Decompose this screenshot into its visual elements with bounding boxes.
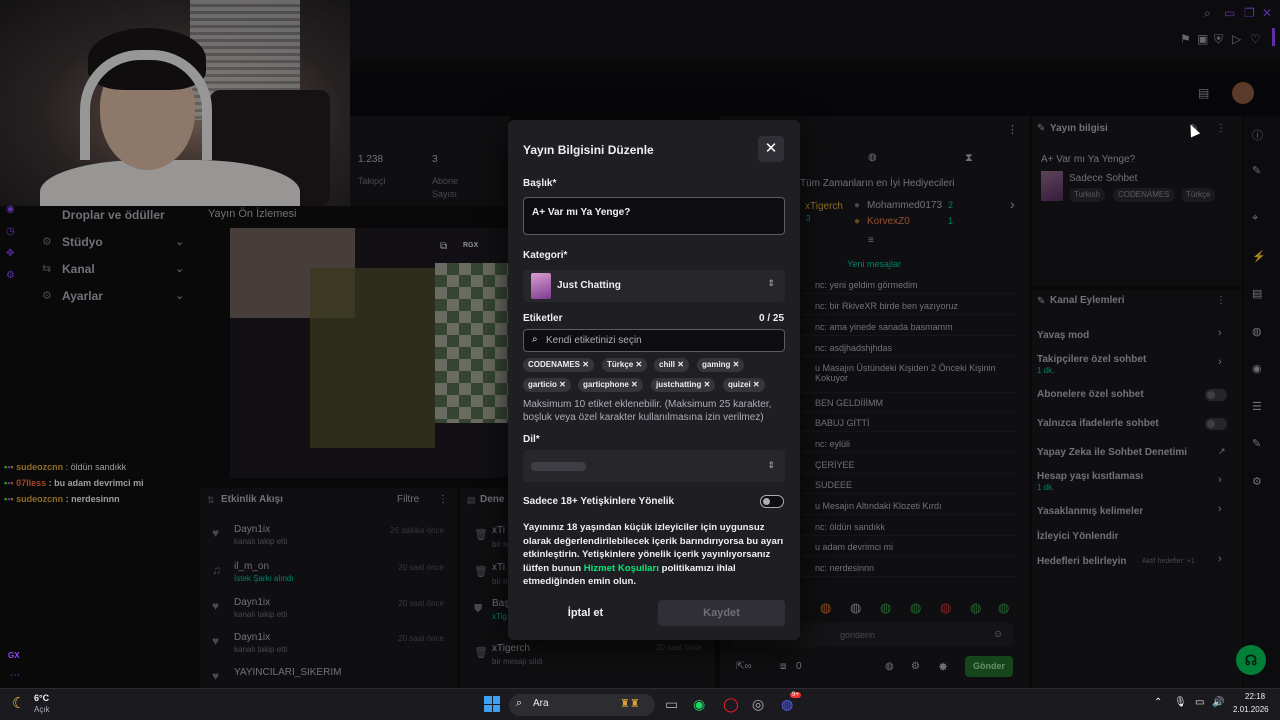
chevron-up-down-icon: ⇕ — [767, 460, 775, 470]
language-value-placeholder — [531, 462, 586, 471]
discord-badge: 9+ — [790, 692, 801, 698]
tag-chip-label: justchatting — [656, 380, 702, 389]
clock-date[interactable]: 2.01.2026 — [1233, 705, 1269, 714]
monitor-icon[interactable]: ▭ — [1195, 697, 1204, 708]
edit-stream-info-modal: Yayın Bilgisini Düzenle ✕ Başlık* A+ Var… — [508, 120, 800, 640]
save-button[interactable]: Kaydet — [658, 600, 785, 626]
mature-description: Yayınınız 18 yaşından küçük izleyiciler … — [523, 521, 789, 589]
tag-chip[interactable]: quizei ✕ — [723, 378, 765, 392]
modal-title: Yayın Bilgisini Düzenle — [523, 143, 654, 157]
category-value: Just Chatting — [557, 280, 621, 291]
microphone-icon[interactable]: 🎙 — [1174, 697, 1187, 708]
chevron-up-icon[interactable]: ⌃ — [1154, 697, 1162, 708]
windows-start-icon[interactable] — [484, 696, 500, 712]
tags-help-text: Maksimum 10 etiket eklenebilir. (Maksimu… — [523, 399, 772, 423]
language-select[interactable]: ⇕ — [523, 450, 785, 482]
language-label: Dil* — [523, 434, 540, 445]
tag-search-placeholder: Kendi etiketinizi seçin — [546, 335, 642, 346]
weather-icon[interactable]: ☾ — [12, 694, 25, 712]
title-label: Başlık* — [523, 178, 557, 189]
tag-chip-label: Türkçe — [607, 360, 634, 369]
close-icon: ✕ — [764, 140, 778, 157]
tag-chip[interactable]: chill ✕ — [654, 358, 689, 372]
category-label: Kategori* — [523, 250, 568, 261]
category-select[interactable]: Just Chatting ⇕ — [523, 270, 785, 302]
tag-chip[interactable]: garticphone ✕ — [578, 378, 643, 392]
tag-chip-label: garticphone — [583, 380, 629, 389]
tag-chip-label: CODENAMES — [528, 360, 581, 369]
taskbar-search-label: Ara — [533, 698, 549, 709]
search-highlight-icon: ♜♜ — [620, 698, 640, 710]
tags-count: 0 / 25 — [759, 313, 785, 324]
tag-chip-label: quizei — [728, 380, 751, 389]
mature-label: Sadece 18+ Yetişkinlere Yönelik — [523, 496, 675, 507]
opera-gx-icon[interactable]: ◯ — [723, 696, 739, 713]
tags-label: Etiketler — [523, 313, 563, 324]
tag-chip-label: garticio — [528, 380, 557, 389]
tag-chip-label: gaming — [702, 360, 731, 369]
close-button[interactable]: ✕ — [758, 136, 784, 162]
file-explorer-icon[interactable]: ▭ — [665, 696, 678, 713]
tag-chip[interactable]: gaming ✕ — [697, 358, 745, 372]
mature-toggle[interactable] — [760, 495, 784, 508]
weather-desc: Açık — [34, 705, 50, 714]
search-icon: ⌕ — [516, 697, 523, 709]
tag-chip[interactable]: Türkçe ✕ — [602, 358, 648, 372]
tag-chip[interactable]: garticio ✕ — [523, 378, 571, 392]
more-icon[interactable]: ⋯ — [10, 670, 20, 681]
steam-icon[interactable]: ◎ — [752, 696, 764, 713]
weather-temp: 6°C — [34, 693, 50, 703]
category-thumbnail — [531, 273, 551, 299]
terms-link[interactable]: Hizmet Koşulları — [584, 563, 659, 574]
tag-search-input[interactable]: ⌕ Kendi etiketinizi seçin — [523, 329, 785, 352]
search-icon: ⌕ — [532, 334, 538, 345]
tag-chip-label: chill — [659, 360, 676, 369]
tag-chip[interactable]: justchatting ✕ — [651, 378, 716, 392]
cancel-button[interactable]: İptal et — [523, 600, 648, 626]
spotify-icon[interactable]: ◉ — [693, 696, 705, 713]
tag-chip[interactable]: CODENAMES ✕ — [523, 358, 594, 372]
gx-badge: GX — [8, 651, 20, 660]
chevron-up-down-icon: ⇕ — [767, 278, 775, 288]
clock-time[interactable]: 22:18 — [1245, 692, 1265, 701]
title-input[interactable]: A+ Var mı Ya Yenge? — [523, 197, 785, 235]
volume-icon[interactable]: 🔊 — [1212, 697, 1224, 708]
discord-icon[interactable]: ◍ — [781, 696, 793, 713]
